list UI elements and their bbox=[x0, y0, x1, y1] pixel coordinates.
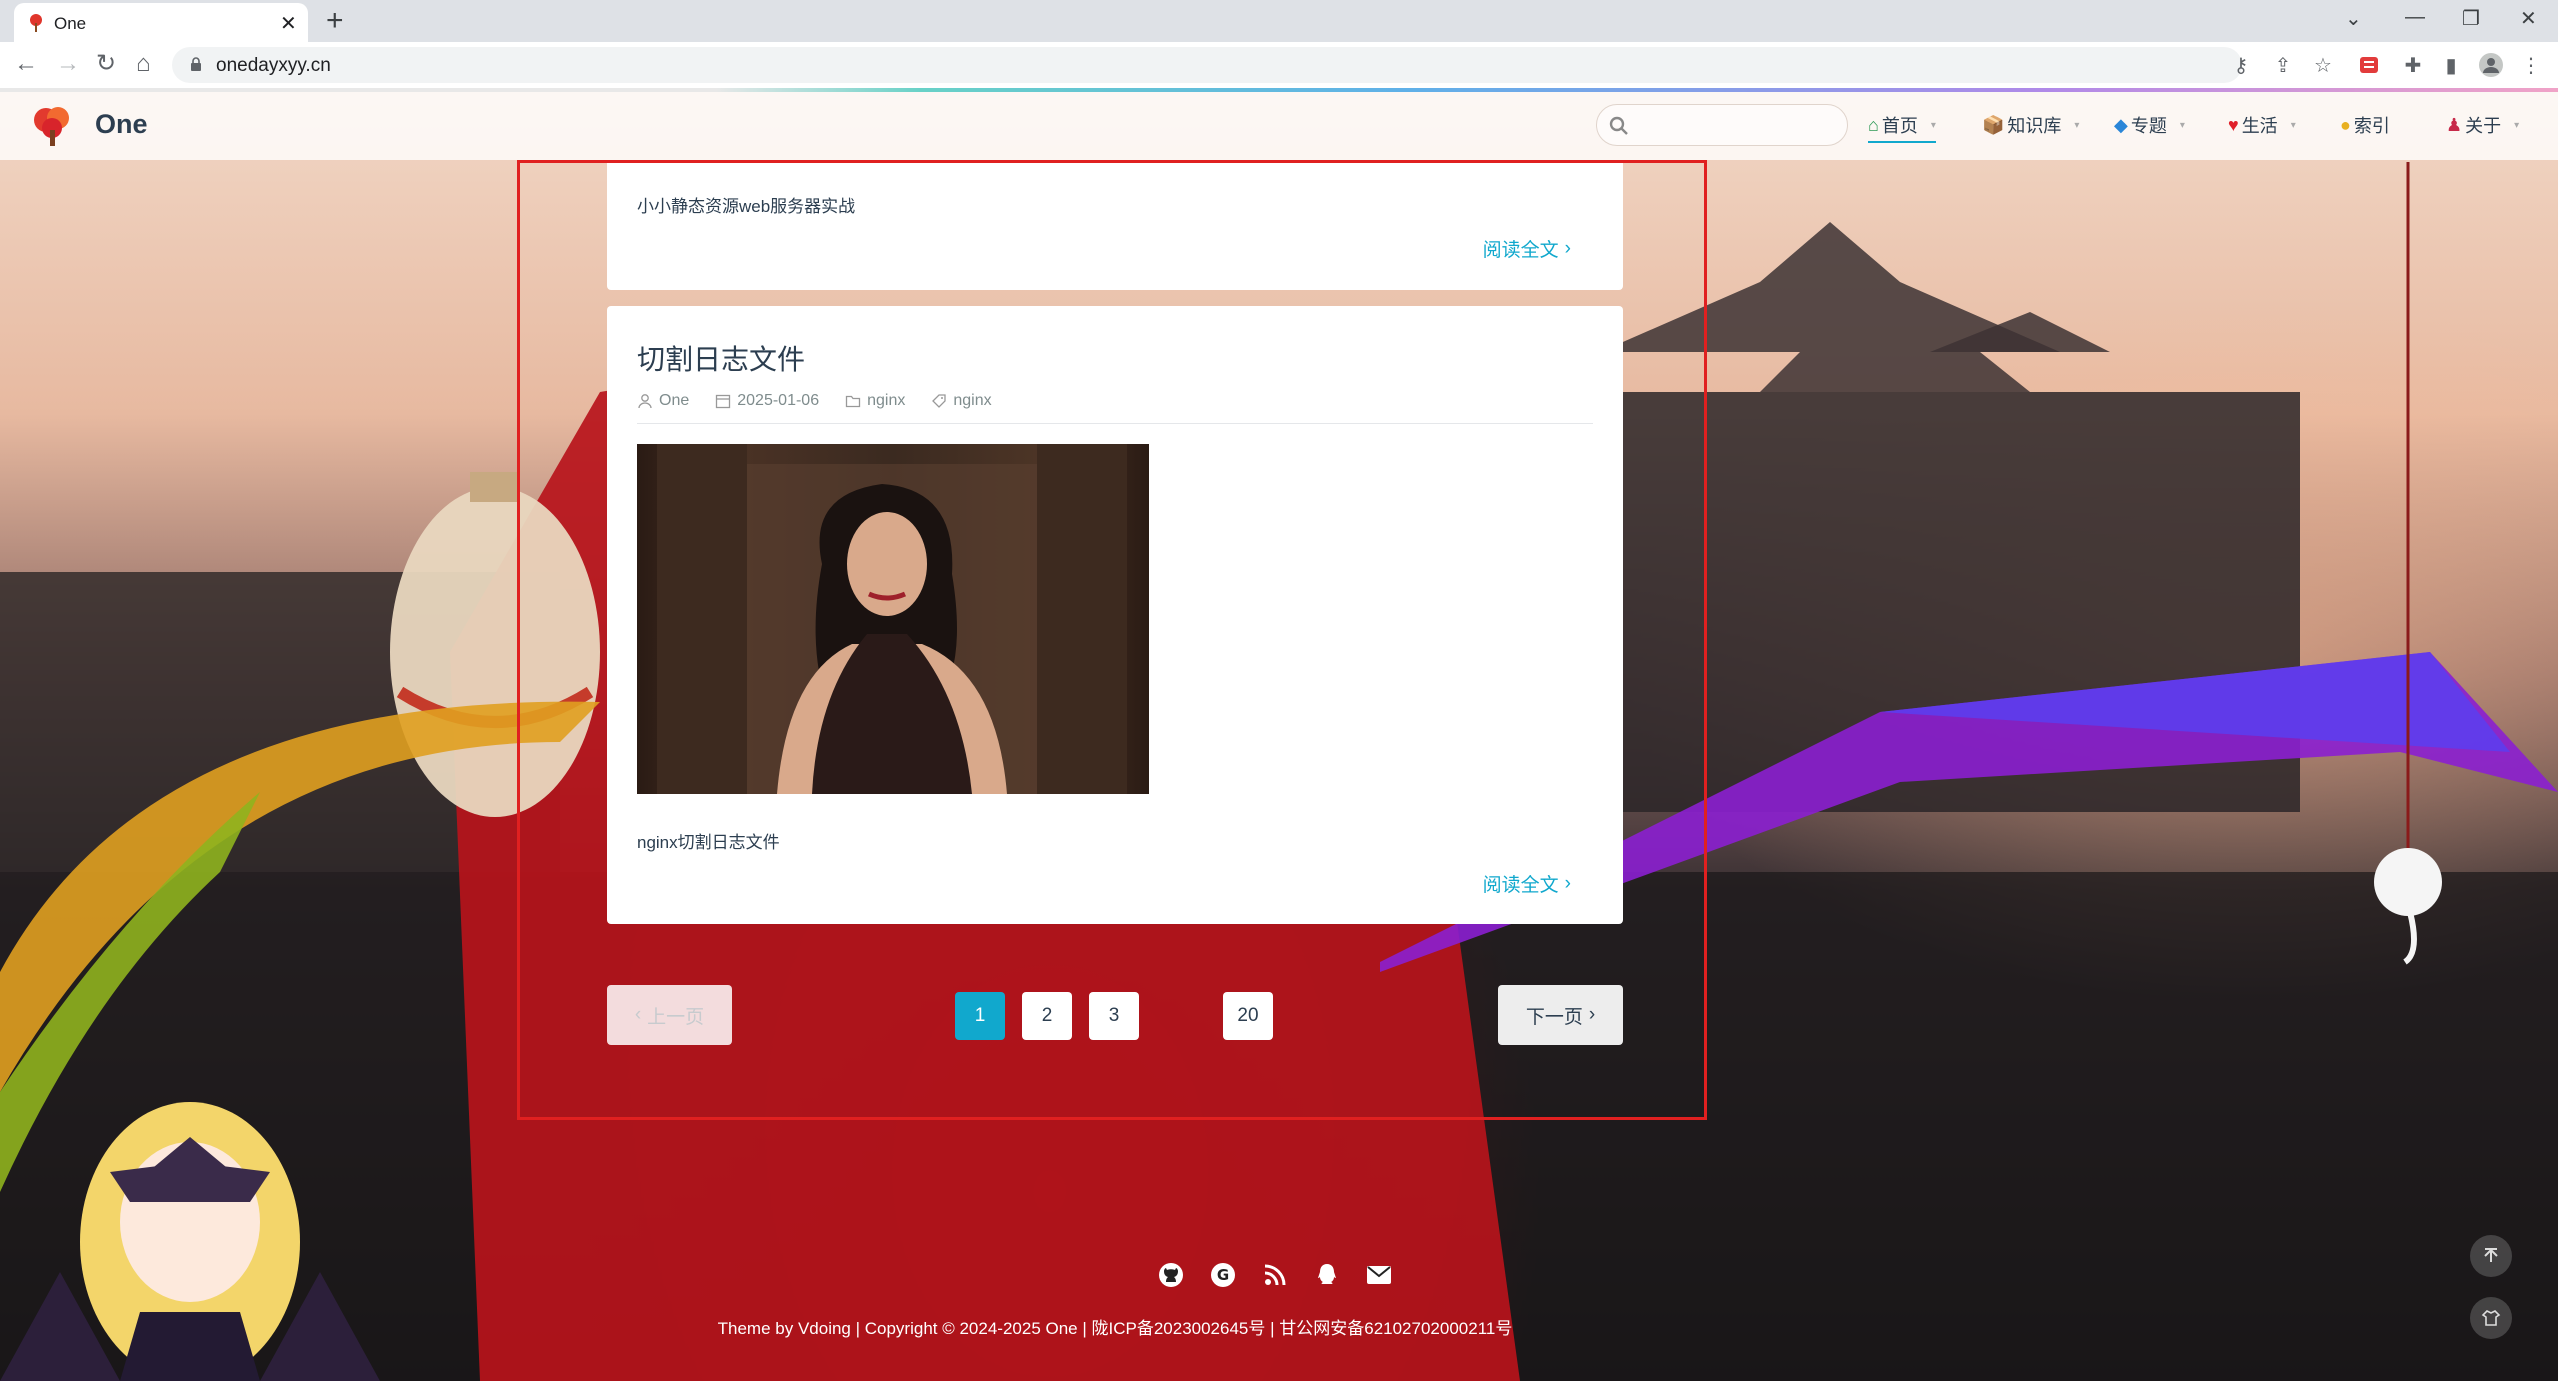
nav-item-label: 索引 bbox=[2353, 116, 2390, 136]
github-icon[interactable] bbox=[1158, 1262, 1184, 1288]
rss-icon[interactable] bbox=[1262, 1262, 1288, 1288]
reload-icon[interactable]: ↻ bbox=[96, 50, 116, 78]
restore-button[interactable]: ❐ bbox=[2462, 6, 2480, 31]
nav-item-label: 首页 bbox=[1881, 116, 1918, 136]
qq-icon[interactable] bbox=[1314, 1262, 1340, 1288]
site-favicon-icon bbox=[30, 14, 42, 32]
arrow-up-icon bbox=[2484, 1248, 2498, 1262]
nav-item-topics[interactable]: ◆ 专题 ▾ bbox=[2114, 112, 2185, 138]
search-icon bbox=[1609, 116, 1628, 135]
forward-icon[interactable]: → bbox=[56, 50, 80, 78]
extensions-puzzle-icon[interactable]: ✚ bbox=[2400, 52, 2426, 78]
nav-item-life[interactable]: ♥ 生活 ▾ bbox=[2228, 112, 2296, 138]
extension-red-icon[interactable] bbox=[2356, 52, 2382, 78]
nav-item-knowledge[interactable]: 📦 知识库 ▾ bbox=[1982, 112, 2079, 138]
minimize-button[interactable]: — bbox=[2405, 6, 2425, 29]
footer-copyright: Theme by Vdoing | Copyright © 2024-2025 … bbox=[717, 1319, 1513, 1338]
browser-tab[interactable]: One ✕ bbox=[14, 3, 308, 42]
nav-item-label: 知识库 bbox=[2007, 116, 2062, 136]
shirt-icon bbox=[2481, 1310, 2501, 1326]
hand-icon: ● bbox=[2340, 114, 2351, 135]
bookmark-star-icon[interactable]: ☆ bbox=[2310, 52, 2336, 78]
nav-item-label: 关于 bbox=[2465, 116, 2502, 136]
key-icon[interactable]: ⚷ bbox=[2228, 52, 2254, 78]
close-window-button[interactable]: ✕ bbox=[2520, 6, 2537, 31]
annotation-highlight-box bbox=[517, 160, 1707, 1120]
browser-menu-icon[interactable]: ⋮ bbox=[2518, 52, 2544, 78]
chevron-down-icon: ▾ bbox=[2514, 119, 2520, 131]
heart-icon: ♥ bbox=[2228, 114, 2239, 135]
diamond-icon: ◆ bbox=[2114, 114, 2128, 135]
nav-item-home[interactable]: ⌂ 首页 ▾ bbox=[1868, 112, 1936, 143]
side-panel-icon[interactable]: ▮ bbox=[2438, 52, 2464, 78]
address-bar[interactable]: onedayxyy.cn bbox=[172, 47, 2242, 83]
share-icon[interactable]: ⇪ bbox=[2270, 52, 2296, 78]
back-icon[interactable]: ← bbox=[14, 50, 38, 78]
nav-item-index[interactable]: ● 索引 bbox=[2340, 112, 2390, 138]
site-name[interactable]: One bbox=[95, 109, 148, 140]
gitee-icon[interactable]: G bbox=[1210, 1262, 1236, 1288]
theme-toggle-button[interactable] bbox=[2470, 1297, 2512, 1339]
nav-item-label: 生活 bbox=[2241, 116, 2278, 136]
chevron-down-icon: ▾ bbox=[2074, 119, 2080, 131]
tab-title: One bbox=[54, 14, 87, 33]
site-logo-icon[interactable] bbox=[30, 104, 74, 148]
footer-social-icons: G bbox=[1158, 1262, 1392, 1288]
back-to-top-button[interactable] bbox=[2470, 1235, 2512, 1277]
person-icon: ♟ bbox=[2446, 114, 2463, 135]
svg-text:G: G bbox=[1217, 1266, 1229, 1284]
url-text: onedayxyy.cn bbox=[216, 55, 331, 76]
email-icon[interactable] bbox=[1366, 1262, 1392, 1288]
chevron-down-icon: ▾ bbox=[2179, 119, 2185, 131]
tab-close-icon[interactable]: ✕ bbox=[280, 11, 297, 36]
lock-icon bbox=[191, 57, 201, 71]
chevron-down-icon: ▾ bbox=[2290, 119, 2296, 131]
browser-tabstrip: One ✕ + ⌄ — ❐ ✕ bbox=[0, 0, 2558, 42]
nav-item-label: 专题 bbox=[2130, 116, 2167, 136]
book-icon: 📦 bbox=[1982, 114, 2005, 135]
new-tab-button[interactable]: + bbox=[326, 4, 344, 38]
browser-toolbar: ← → ↻ ⌂ onedayxyy.cn ⚷ ⇪ ☆ ✚ ▮ ⋮ bbox=[0, 42, 2558, 88]
tab-search-icon[interactable]: ⌄ bbox=[2345, 6, 2362, 31]
nav-item-about[interactable]: ♟ 关于 ▾ bbox=[2446, 112, 2519, 138]
site-header: One ⌂ 首页 ▾ 📦 知识库 ▾ ◆ 专题 ▾ ♥ 生活 ▾ ● 索引 ♟ … bbox=[0, 92, 2558, 160]
profile-avatar-icon[interactable] bbox=[2478, 52, 2504, 78]
home-icon[interactable]: ⌂ bbox=[136, 50, 151, 78]
site-search-input[interactable] bbox=[1596, 104, 1848, 146]
house-icon: ⌂ bbox=[1868, 114, 1879, 135]
chevron-down-icon: ▾ bbox=[1930, 119, 1936, 131]
